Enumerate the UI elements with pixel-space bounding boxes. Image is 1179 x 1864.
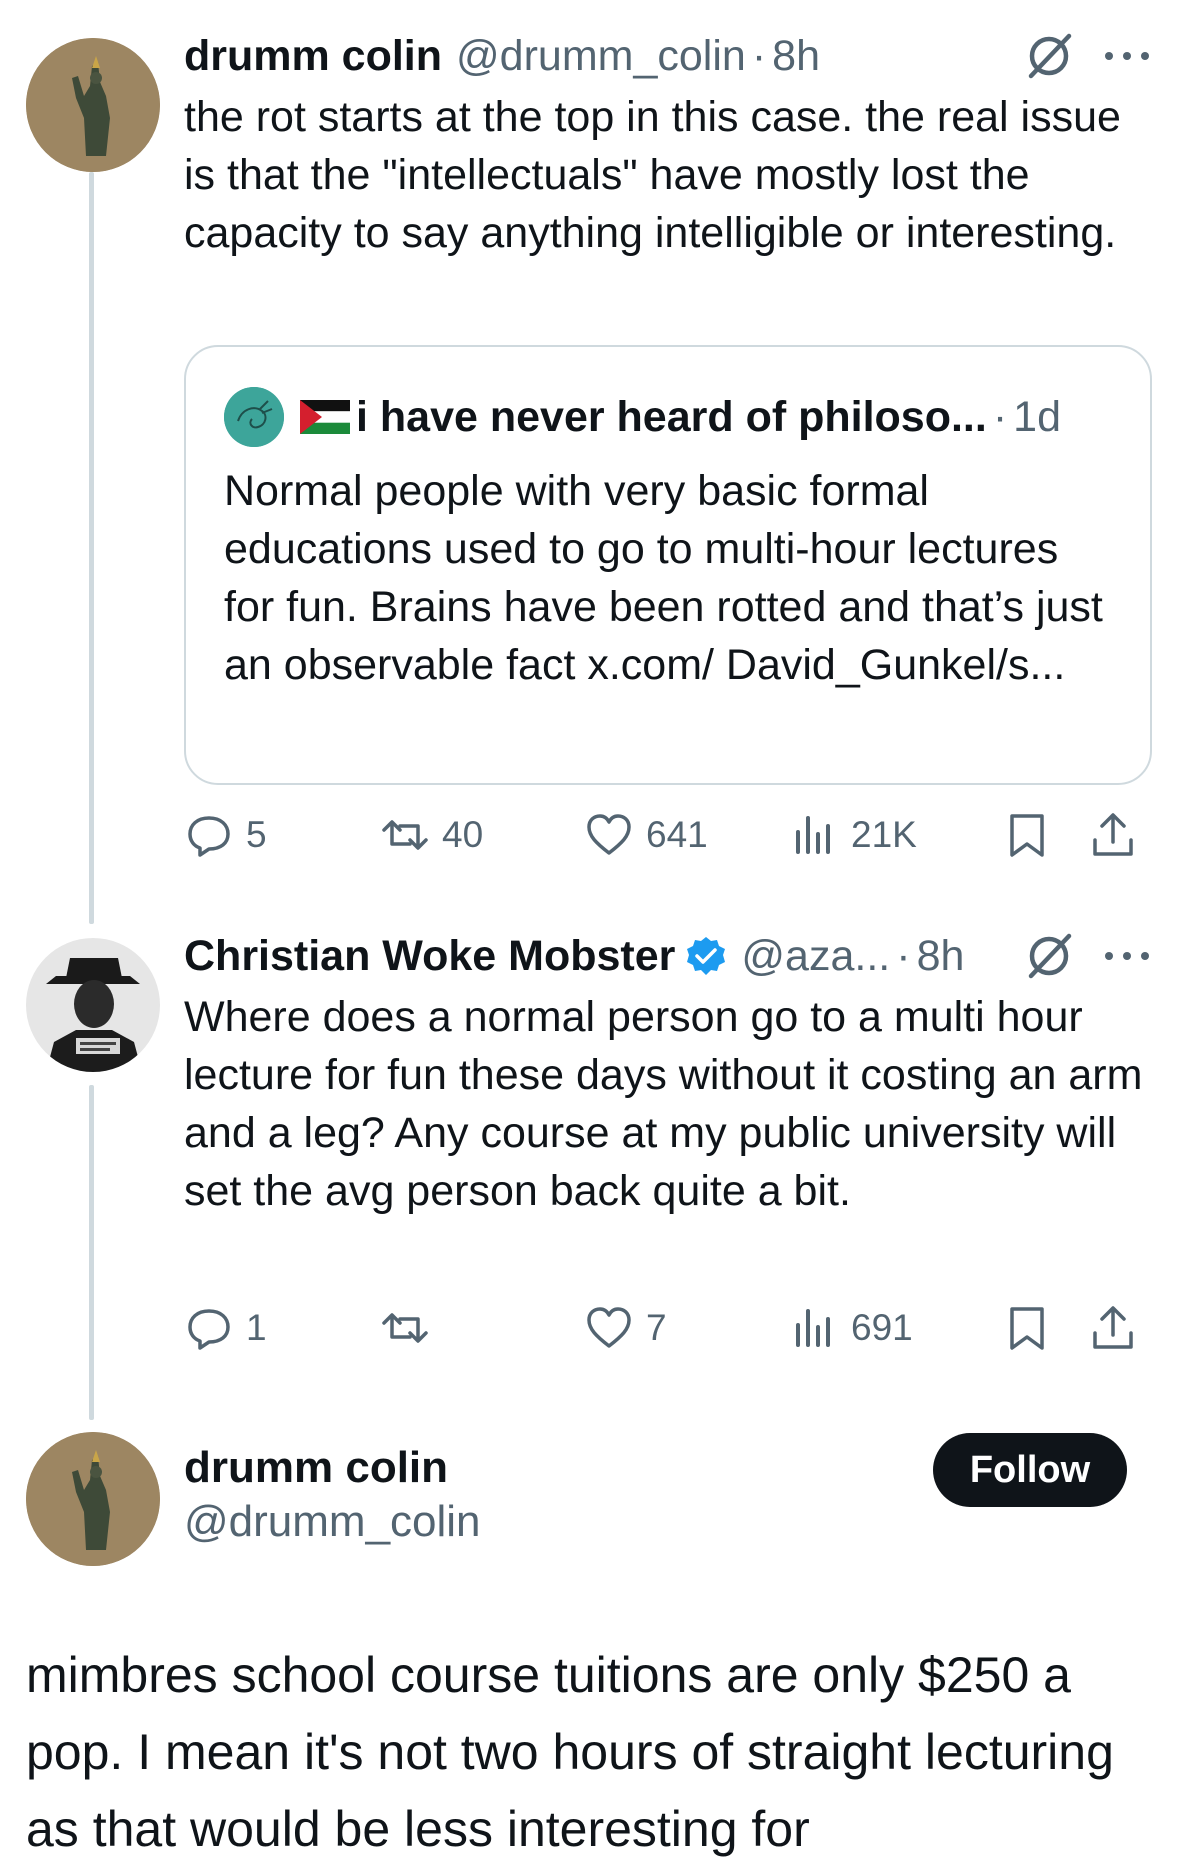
- tweet-header: Christian Woke Mobster @aza... · 8h: [184, 928, 1149, 984]
- share-icon: [1093, 813, 1133, 856]
- like-count: 7: [646, 1307, 667, 1348]
- grok-icon[interactable]: [1023, 30, 1075, 82]
- views-icon: [796, 816, 830, 854]
- reply-count: 5: [246, 814, 267, 855]
- like-count: 641: [646, 814, 708, 855]
- bookmark-button[interactable]: [1002, 1298, 1052, 1358]
- reply-icon: [188, 1309, 230, 1350]
- repost-count: 40: [442, 814, 484, 855]
- main-tweet-text: mimbres school course tuitions are only …: [26, 1647, 1114, 1857]
- share-icon: [1093, 1306, 1133, 1349]
- more-options-icon[interactable]: [1105, 50, 1149, 62]
- quote-text: Normal people with very basic formal edu…: [224, 467, 1103, 689]
- thread-view: drumm colin @drumm_colin · 8h the rot st…: [0, 0, 1179, 1864]
- quote-author-name: i have never heard of philoso...: [356, 392, 987, 441]
- separator-dot: ·: [751, 31, 767, 80]
- reply-button[interactable]: 5: [184, 805, 267, 865]
- quote-avatar: [224, 387, 284, 447]
- repost-button[interactable]: 40: [380, 805, 483, 865]
- author-name[interactable]: drumm colin: [184, 1443, 448, 1493]
- reply-count: 1: [246, 1307, 267, 1348]
- share-button[interactable]: [1088, 1298, 1138, 1358]
- heart-icon: [587, 1307, 631, 1348]
- repost-icon: [382, 1313, 428, 1343]
- verified-badge-icon: [687, 937, 726, 975]
- grok-icon[interactable]: [1023, 930, 1075, 982]
- reply-button[interactable]: 1: [184, 1298, 267, 1358]
- avatar[interactable]: [26, 938, 160, 1072]
- repost-button[interactable]: [380, 1298, 442, 1358]
- quote-timestamp: 1d: [1013, 392, 1061, 441]
- views-icon: [796, 1309, 830, 1347]
- author-name[interactable]: Christian Woke Mobster: [184, 932, 675, 981]
- quoted-tweet[interactable]: i have never heard of philoso... · 1d No…: [184, 345, 1152, 785]
- author-name[interactable]: drumm colin: [184, 32, 442, 81]
- avatar[interactable]: [26, 38, 160, 172]
- heart-icon: [587, 814, 631, 855]
- more-options-icon[interactable]: [1105, 950, 1149, 962]
- tweet-text: Where does a normal person go to a multi…: [184, 993, 1143, 1215]
- bookmark-icon: [1010, 814, 1044, 857]
- follow-button[interactable]: Follow: [933, 1433, 1127, 1507]
- like-button[interactable]: 641: [584, 805, 708, 865]
- separator-dot: ·: [896, 931, 911, 980]
- quote-header: i have never heard of philoso... · 1d: [224, 385, 1120, 449]
- avatar[interactable]: [26, 1432, 160, 1566]
- author-handle[interactable]: @aza...: [741, 932, 890, 981]
- tweet-text: the rot starts at the top in this case. …: [184, 93, 1121, 257]
- tweet-header: drumm colin @drumm_colin · 8h: [184, 28, 1149, 84]
- action-bar: 1 7 691: [184, 1298, 1144, 1358]
- bookmark-icon: [1010, 1307, 1044, 1350]
- views-button[interactable]: 691: [789, 1298, 913, 1358]
- thread-connector: [89, 1085, 94, 1420]
- action-bar: 5 40 641 21K: [184, 805, 1144, 865]
- timestamp[interactable]: 8h: [772, 32, 820, 81]
- separator-dot: ·: [992, 392, 1008, 441]
- author-handle[interactable]: @drumm_colin: [456, 32, 746, 81]
- like-button[interactable]: 7: [584, 1298, 667, 1358]
- palestine-flag-icon: [300, 400, 350, 434]
- views-count: 21K: [851, 814, 917, 855]
- timestamp[interactable]: 8h: [917, 932, 965, 981]
- views-count: 691: [851, 1307, 913, 1348]
- bookmark-button[interactable]: [1002, 805, 1052, 865]
- repost-icon: [382, 820, 428, 850]
- views-button[interactable]: 21K: [789, 805, 917, 865]
- author-handle[interactable]: @drumm_colin: [184, 1497, 481, 1547]
- share-button[interactable]: [1088, 805, 1138, 865]
- thread-connector: [89, 172, 94, 924]
- reply-icon: [188, 816, 230, 857]
